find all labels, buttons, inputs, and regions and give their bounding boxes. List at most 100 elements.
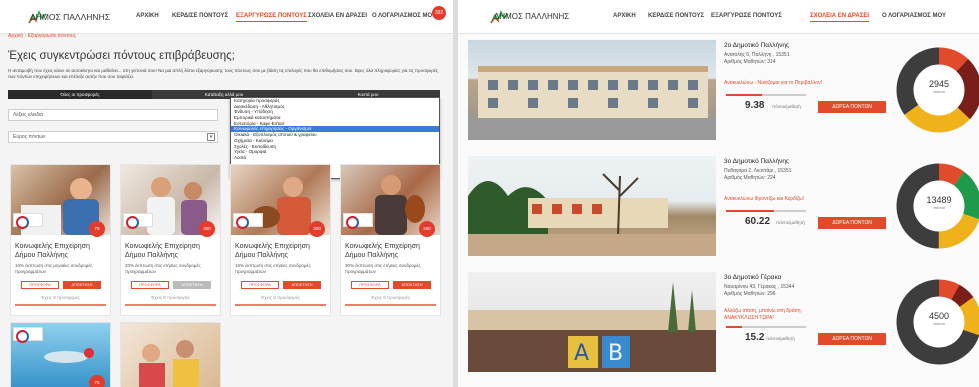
points-per-student: 60.22: [745, 216, 771, 227]
school-motto: Αλλάζω στάση, μπαίνω στη δράση: ΑΝΑΚΥΚΛΩ…: [724, 308, 802, 321]
school-photo: [468, 40, 716, 140]
school-points-donut: 13489 πόντοι: [895, 158, 979, 254]
nav-my-account[interactable]: Ο ΛΟΓΑΡΙΑΣΜΟΣ ΜΟΥ: [882, 13, 946, 19]
chevron-down-icon[interactable]: ▾: [207, 133, 215, 141]
school-points-donut: 4500 πόντοι: [895, 274, 979, 370]
school-name[interactable]: 3ο Δημοτικό Παλλήνης: [724, 158, 789, 165]
school-address: Ανατολής 6, Παλλήνη , 15351 Αριθμός Μαθητ…: [724, 52, 790, 66]
redeem-offer-button[interactable]: ΑΠΟΚΤΗΣΗ: [393, 281, 431, 289]
school-street: Ανατολής 6, Παλλήνη , 15351: [724, 52, 790, 58]
school-photo: [468, 156, 716, 256]
business-logo-icon: [343, 213, 373, 229]
nav-schools[interactable]: ΣΧΟΛΕΙΑ ΕΝ ΔΡΑΣΕΙ: [810, 13, 870, 22]
offer-details-button[interactable]: ΠΡΟΣΦΟΡΑ: [241, 281, 279, 289]
discount-badge: 300: [199, 221, 215, 237]
points-per-student-unit: πόντοι/μαθητή: [766, 336, 795, 341]
nav-earn-points[interactable]: ΚΕΡΔΙΣΕ ΠΟΝΤΟΥΣ: [648, 13, 704, 19]
donut-center: 2945 πόντοι: [914, 65, 964, 115]
school-card: A B 3ο Δημοτικό Γέρακα Ναυαρίνου 43, Γέρ…: [468, 272, 979, 372]
card-divider: [125, 304, 216, 306]
points-range-value: Εύρος πόντων: [13, 134, 46, 140]
nav-redeem-points[interactable]: ΕΞΑΡΓΥΡΩΣΕ ΠΟΝΤΟΥΣ: [711, 13, 782, 19]
offer-card[interactable]: 75 Κοινωφελής Επιχείρηση Δήμου Παλλήνης …: [10, 164, 111, 316]
school-yard-shape: [468, 173, 716, 256]
offer-footnote: Έχεις 8 προσφορές: [150, 295, 191, 300]
redeem-offer-button-disabled[interactable]: ΑΠΟΚΤΗΣΗ: [173, 281, 211, 289]
nav-home[interactable]: ΑΡΧΙΚΗ: [613, 13, 636, 19]
donate-points-button[interactable]: ΔΩΡΕΑ ΠΟΝΤΩΝ: [818, 101, 886, 113]
top-navigation-bar: ΔΗΜΟΣ ΠΑΛΛΗΝΗΣ ΑΡΧΙΚΗ ΚΕΡΔΙΣΕ ΠΟΝΤΟΥΣ ΕΞ…: [0, 0, 453, 34]
offer-card[interactable]: 300 Κοινωφελής Επιχείρηση Δήμου Παλλήνης…: [120, 164, 221, 316]
keyword-search-input[interactable]: Λέξεις κλειδιά: [8, 109, 218, 121]
school-progress-bar: [726, 94, 806, 96]
svg-text:A: A: [574, 341, 589, 366]
progress-fill: [726, 326, 742, 328]
offer-card[interactable]: 300 Κοινωφελής Επιχείρηση Δήμου Παλλήνης…: [230, 164, 331, 316]
school-students: Αριθμός Μαθητών: 296: [724, 291, 776, 297]
offer-details-button[interactable]: ΠΡΟΣΦΟΡΑ: [131, 281, 169, 289]
offer-description: 10% έκπτωση στις μηνιαίες συνδρομές προγ…: [15, 263, 93, 274]
school-name[interactable]: 3ο Δημοτικό Γέρακα: [724, 274, 781, 281]
school-total-points: 13489: [926, 195, 952, 205]
offer-details-button[interactable]: ΠΡΟΣΦΟΡΑ: [21, 281, 59, 289]
school-address: Πυθαγόρα 2, Λεοντάρι , 15351 Αριθμός Μαθη…: [724, 168, 791, 182]
school-students: Αριθμός Μαθητών: 314: [724, 59, 776, 65]
offer-title[interactable]: Κοινωφελής Επιχείρηση Δήμου Παλλήνης: [15, 243, 107, 260]
school-card: 2ο Δημοτικό Παλλήνης Ανατολής 6, Παλλήνη…: [468, 40, 979, 140]
offer-title[interactable]: Κοινωφελής Επιχείρηση Δήμου Παλλήνης: [345, 243, 437, 260]
redeem-offer-button[interactable]: ΑΠΟΚΤΗΣΗ: [283, 281, 321, 289]
brand-name: ΔΗΜΟΣ ΠΑΛΛΗΝΗΣ: [494, 12, 570, 21]
school-street: Πυθαγόρα 2, Λεοντάρι , 15351: [724, 168, 792, 174]
offer-description: 20% έκπτωση στις ετήσιες συνδρομές προγρ…: [125, 263, 201, 274]
school-name[interactable]: 2ο Δημοτικό Παλλήνης: [724, 42, 789, 49]
school-address: Ναυαρίνου 43, Γέρακας , 15344 Αριθμός Μαθ…: [724, 284, 794, 298]
business-logo-icon: [233, 213, 263, 229]
redeem-points-page: ΔΗΜΟΣ ΠΑΛΛΗΝΗΣ ΑΡΧΙΚΗ ΚΕΡΔΙΣΕ ΠΟΝΤΟΥΣ ΕΞ…: [0, 0, 453, 387]
school-progress-bar: [726, 210, 806, 212]
nav-earn-points[interactable]: ΚΕΡΔΙΣΕ ΠΟΝΤΟΥΣ: [172, 13, 228, 19]
offer-title[interactable]: Κοινωφελής Επιχείρηση Δήμου Παλλήνης: [125, 243, 217, 260]
offer-description: 30% έκπτωση στις ετήσιες συνδρομές προγρ…: [345, 263, 421, 274]
business-logo-icon: [123, 213, 153, 229]
breadcrumb-current: Εξαργύρωσε πόντους: [27, 33, 77, 39]
points-per-student-unit: πόντοι/μαθητή: [776, 220, 805, 225]
offer-details-button[interactable]: ΠΡΟΣΦΟΡΑ: [351, 281, 389, 289]
school-points-donut: 2945 πόντοι: [895, 42, 979, 138]
school-progress-bar: [726, 326, 806, 328]
schools-in-action-page: ΔΗΜΟΣ ΠΑΛΛΗΝΗΣ ΑΡΧΙΚΗ ΚΕΡΔΙΣΕ ΠΟΝΤΟΥΣ ΕΞ…: [458, 0, 979, 387]
offer-card-partial[interactable]: 75: [10, 322, 111, 387]
offer-card-partial[interactable]: [120, 322, 221, 387]
donate-points-button[interactable]: ΔΩΡΕΑ ΠΟΝΤΩΝ: [818, 333, 886, 345]
offer-title[interactable]: Κοινωφελής Επιχείρηση Δήμου Παλλήνης: [235, 243, 327, 260]
category-option[interactable]: Λοιπά: [231, 155, 439, 161]
donate-points-button[interactable]: ΔΩΡΕΑ ΠΟΝΤΩΝ: [818, 217, 886, 229]
school-total-points: 2945: [928, 79, 950, 89]
discount-badge: 300: [309, 221, 325, 237]
breadcrumb: Αρχική › Εξαργύρωσε πόντους: [8, 33, 76, 39]
points-per-student: 9.38: [745, 100, 765, 111]
tab-all-offers[interactable]: Όλες οι προσφορές: [8, 90, 152, 99]
offer-card[interactable]: 250 Κοινωφελής Επιχείρηση Δήμου Παλλήνης…: [340, 164, 441, 316]
nav-schools[interactable]: ΣΧΟΛΕΙΑ ΕΝ ΔΡΑΣΕΙ: [308, 13, 367, 19]
donut-center: 4500 πόντοι: [914, 297, 964, 347]
nav-redeem-points[interactable]: ΕΞΑΡΓΥΡΩΣΕ ΠΟΝΤΟΥΣ: [236, 13, 307, 22]
discount-badge: 75: [89, 221, 105, 237]
top-navigation-bar: ΔΗΜΟΣ ΠΑΛΛΗΝΗΣ ΑΡΧΙΚΗ ΚΕΡΔΙΣΕ ΠΟΝΤΟΥΣ ΕΞ…: [458, 0, 979, 34]
offer-description: 15% έκπτωση στις ετήσιες συνδρομές προγρ…: [235, 263, 311, 274]
offer-footnote: Έχεις 8 προσφορές: [260, 295, 301, 300]
card-divider: [345, 304, 436, 306]
total-points-label: πόντοι: [933, 321, 945, 326]
nav-home[interactable]: ΑΡΧΙΚΗ: [136, 13, 159, 19]
progress-fill: [726, 94, 762, 96]
redeem-offer-button[interactable]: ΑΠΟΚΤΗΣΗ: [63, 281, 101, 289]
breadcrumb-home[interactable]: Αρχική: [8, 33, 23, 39]
progress-fill: [726, 210, 774, 212]
school-building-shape: [468, 66, 716, 140]
nav-my-account[interactable]: Ο ΛΟΓΑΡΙΑΣΜΟΣ ΜΟΥ: [372, 13, 436, 19]
points-range-select[interactable]: Εύρος πόντων ▾: [8, 131, 218, 143]
page-title: Έχεις συγκεντρώσει πόντους επιβράβευσης;: [8, 50, 235, 62]
svg-text:B: B: [608, 341, 623, 366]
school-total-points: 4500: [928, 311, 950, 321]
donut-center: 13489 πόντοι: [914, 181, 964, 231]
school-card: 3ο Δημοτικό Παλλήνης Πυθαγόρα 2, Λεοντάρ…: [468, 156, 979, 256]
